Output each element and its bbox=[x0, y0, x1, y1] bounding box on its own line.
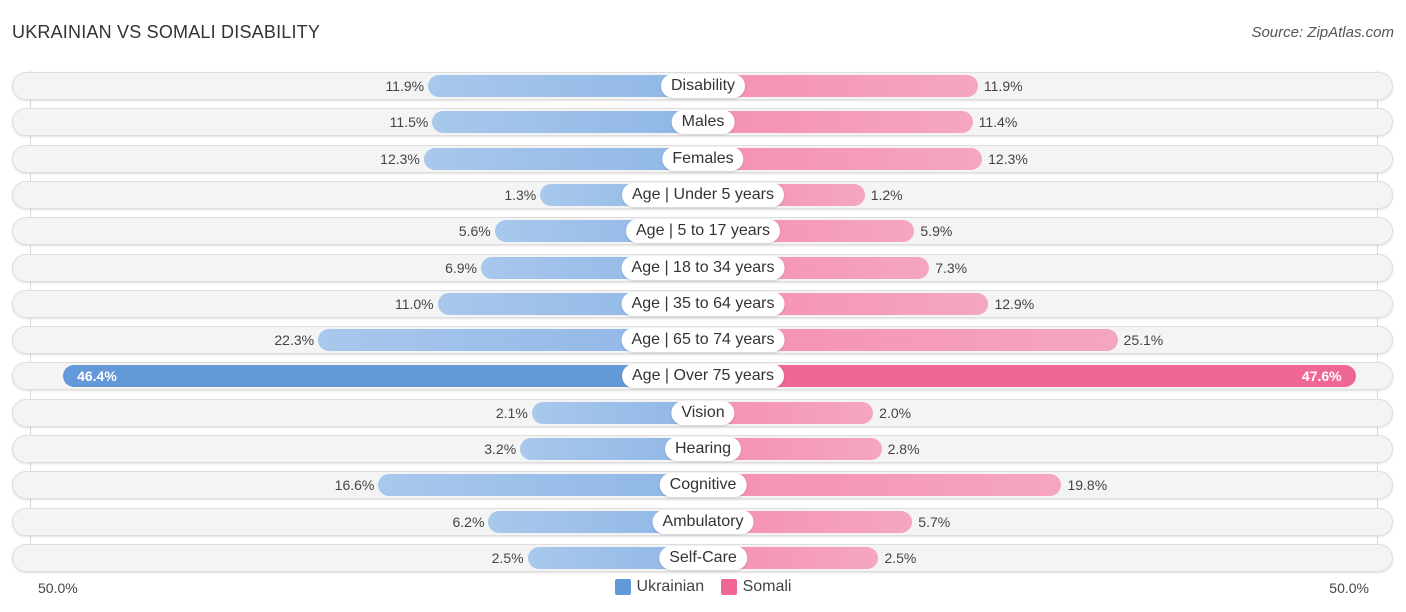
bar-somali-females[interactable] bbox=[703, 147, 983, 170]
category-label-age-over-75-years: Age | Over 75 years bbox=[622, 364, 784, 389]
category-label-disability: Disability bbox=[660, 74, 746, 98]
category-label-females: Females bbox=[662, 146, 744, 171]
value-label-ukrainian-age-5-to-17-years: 5.6% bbox=[458, 223, 491, 240]
bar-ukrainian-males[interactable] bbox=[432, 111, 703, 134]
legend-swatch-somali bbox=[720, 579, 737, 595]
value-label-somali-age-under-5-years: 1.2% bbox=[870, 186, 903, 203]
category-label-vision: Vision bbox=[671, 400, 735, 425]
value-label-somali-age-18-to-34-years: 7.3% bbox=[935, 259, 968, 276]
bar-ukrainian-cognitive[interactable] bbox=[378, 474, 703, 497]
value-label-somali-disability: 11.9% bbox=[983, 78, 1023, 94]
value-label-somali-age-5-to-17-years: 5.9% bbox=[920, 223, 953, 240]
value-label-ukrainian-age-35-to-64-years: 11.0% bbox=[394, 295, 434, 312]
value-label-ukrainian-age-65-to-74-years: 22.3% bbox=[274, 332, 315, 349]
value-label-ukrainian-ambulatory: 6.2% bbox=[452, 513, 485, 530]
value-label-ukrainian-age-over-75-years: 46.4% bbox=[77, 368, 117, 385]
bar-somali-males[interactable] bbox=[703, 111, 973, 134]
value-label-somali-females: 12.3% bbox=[988, 150, 1028, 167]
value-label-somali-age-35-to-64-years: 12.9% bbox=[994, 295, 1035, 312]
bar-somali-age-over-75-years[interactable] bbox=[703, 365, 1356, 388]
legend-label-somali: Somali bbox=[742, 578, 792, 595]
category-label-age-35-to-64-years: Age | 35 to 64 years bbox=[621, 291, 785, 316]
value-label-ukrainian-disability: 11.9% bbox=[385, 78, 425, 94]
legend-item-somali[interactable]: Somali bbox=[720, 578, 792, 596]
legend-swatch-ukrainian bbox=[614, 579, 631, 595]
bar-ukrainian-age-over-75-years[interactable] bbox=[63, 365, 703, 388]
category-label-self-care: Self-Care bbox=[659, 545, 747, 570]
legend-item-ukrainian[interactable]: Ukrainian bbox=[614, 578, 705, 596]
value-label-ukrainian-age-under-5-years: 1.3% bbox=[504, 186, 537, 203]
bar-ukrainian-females[interactable] bbox=[423, 147, 703, 170]
value-label-ukrainian-self-care: 2.5% bbox=[491, 549, 524, 566]
value-label-somali-cognitive: 19.8% bbox=[1067, 477, 1108, 494]
value-label-ukrainian-males: 11.5% bbox=[389, 114, 429, 131]
value-label-somali-age-over-75-years: 47.6% bbox=[1301, 368, 1342, 385]
value-label-somali-age-65-to-74-years: 25.1% bbox=[1123, 332, 1164, 349]
category-label-males: Males bbox=[671, 110, 735, 135]
category-label-age-18-to-34-years: Age | 18 to 34 years bbox=[621, 255, 785, 280]
value-label-somali-hearing: 2.8% bbox=[887, 441, 920, 457]
value-label-ukrainian-age-18-to-34-years: 6.9% bbox=[445, 259, 477, 276]
legend-label-ukrainian: Ukrainian bbox=[636, 578, 705, 595]
legend: Ukrainian Somali bbox=[0, 578, 1406, 600]
value-label-somali-males: 11.4% bbox=[978, 114, 1018, 131]
category-label-age-under-5-years: Age | Under 5 years bbox=[621, 182, 785, 207]
value-label-ukrainian-cognitive: 16.6% bbox=[334, 477, 375, 494]
value-label-somali-vision: 2.0% bbox=[879, 404, 912, 421]
category-label-age-5-to-17-years: Age | 5 to 17 years bbox=[625, 219, 781, 244]
bar-somali-cognitive[interactable] bbox=[703, 474, 1062, 497]
category-label-age-65-to-74-years: Age | 65 to 74 years bbox=[621, 328, 785, 353]
value-label-ukrainian-vision: 2.1% bbox=[495, 404, 528, 421]
value-label-somali-self-care: 2.5% bbox=[884, 549, 917, 566]
value-label-somali-ambulatory: 5.7% bbox=[918, 513, 951, 530]
diverging-bar-chart: 11.9% 11.9% Disability 11.5% 11.4% Males 12.3%… bbox=[0, 0, 1406, 612]
category-label-cognitive: Cognitive bbox=[659, 473, 747, 498]
category-label-hearing: Hearing bbox=[664, 437, 742, 461]
value-label-ukrainian-females: 12.3% bbox=[380, 150, 420, 167]
value-label-ukrainian-hearing: 3.2% bbox=[484, 441, 517, 457]
category-label-ambulatory: Ambulatory bbox=[652, 509, 754, 534]
